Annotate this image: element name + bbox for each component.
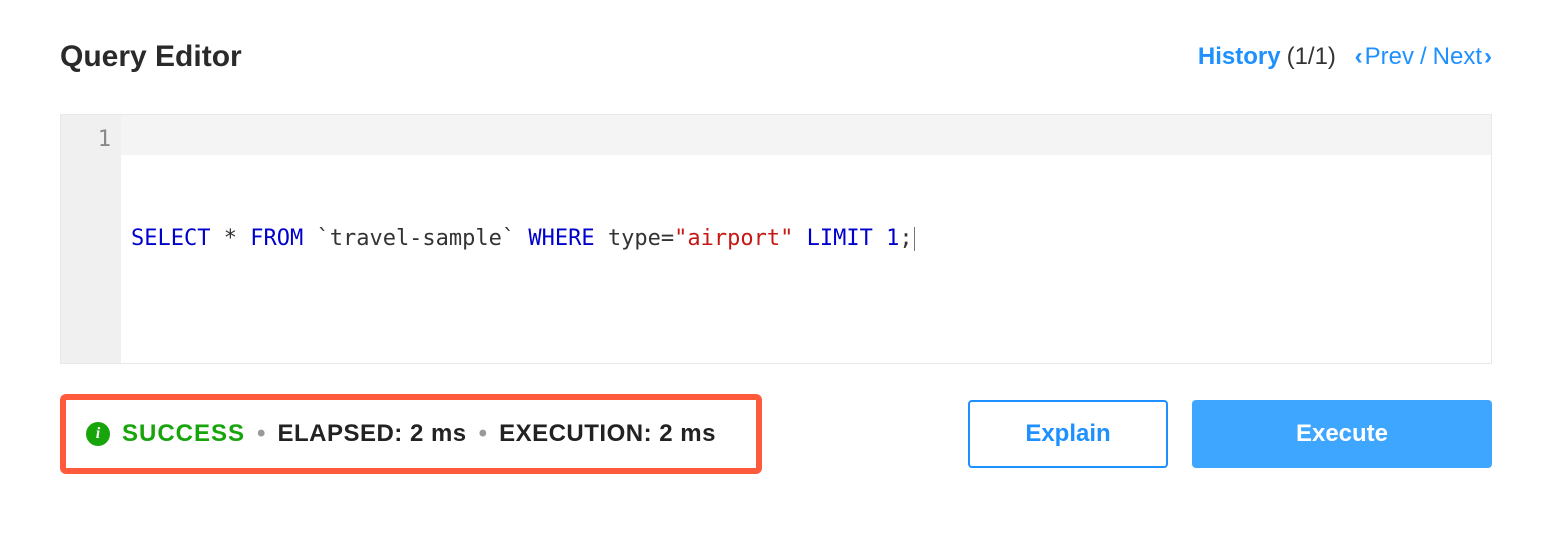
next-label: Next xyxy=(1433,43,1482,71)
status-elapsed: ELAPSED: 2 ms xyxy=(277,420,466,448)
tok-where: WHERE xyxy=(528,226,594,251)
prev-label: Prev xyxy=(1365,43,1414,71)
status-success: SUCCESS xyxy=(122,420,245,448)
tok-from: FROM xyxy=(250,226,303,251)
status-separator: • xyxy=(479,420,487,448)
status-execution: EXECUTION: 2 ms xyxy=(499,420,716,448)
status-separator: • xyxy=(257,420,265,448)
tok-limit-n: 1 xyxy=(886,226,899,251)
next-button[interactable]: Next › xyxy=(1433,43,1492,71)
nav-separator: / xyxy=(1420,43,1427,71)
status-box: i SUCCESS • ELAPSED: 2 ms • EXECUTION: 2… xyxy=(60,394,762,474)
tok-star: * xyxy=(224,226,237,251)
tok-value: "airport" xyxy=(674,226,793,251)
tok-column: type xyxy=(608,226,661,251)
tok-semi: ; xyxy=(899,226,912,251)
execute-button[interactable]: Execute xyxy=(1192,400,1492,468)
line-number: 1 xyxy=(61,123,111,156)
tok-eq: = xyxy=(661,226,674,251)
line-gutter: 1 xyxy=(61,115,121,363)
chevron-right-icon: › xyxy=(1484,43,1492,71)
tok-table: `travel-sample` xyxy=(316,226,515,251)
code-content: SELECT * FROM `travel-sample` WHERE type… xyxy=(131,222,1491,255)
history-count: (1/1) xyxy=(1287,43,1336,71)
code-area[interactable]: SELECT * FROM `travel-sample` WHERE type… xyxy=(121,115,1491,363)
prev-button[interactable]: ‹ Prev xyxy=(1355,43,1414,71)
action-buttons: Explain Execute xyxy=(968,400,1492,468)
text-cursor xyxy=(914,227,915,251)
editor-header: Query Editor History (1/1) ‹ Prev / Next… xyxy=(60,40,1492,74)
page-title: Query Editor xyxy=(60,40,242,74)
explain-button[interactable]: Explain xyxy=(968,400,1168,468)
tok-limit: LIMIT xyxy=(807,226,873,251)
history-nav: History (1/1) ‹ Prev / Next › xyxy=(1198,43,1492,71)
query-editor[interactable]: 1 SELECT * FROM `travel-sample` WHERE ty… xyxy=(60,114,1492,364)
history-link[interactable]: History xyxy=(1198,43,1281,71)
editor-footer: i SUCCESS • ELAPSED: 2 ms • EXECUTION: 2… xyxy=(60,394,1492,474)
chevron-left-icon: ‹ xyxy=(1355,43,1363,71)
active-line-highlight xyxy=(121,115,1491,155)
info-icon-glyph: i xyxy=(96,425,100,443)
info-icon: i xyxy=(86,422,110,446)
tok-select: SELECT xyxy=(131,226,210,251)
